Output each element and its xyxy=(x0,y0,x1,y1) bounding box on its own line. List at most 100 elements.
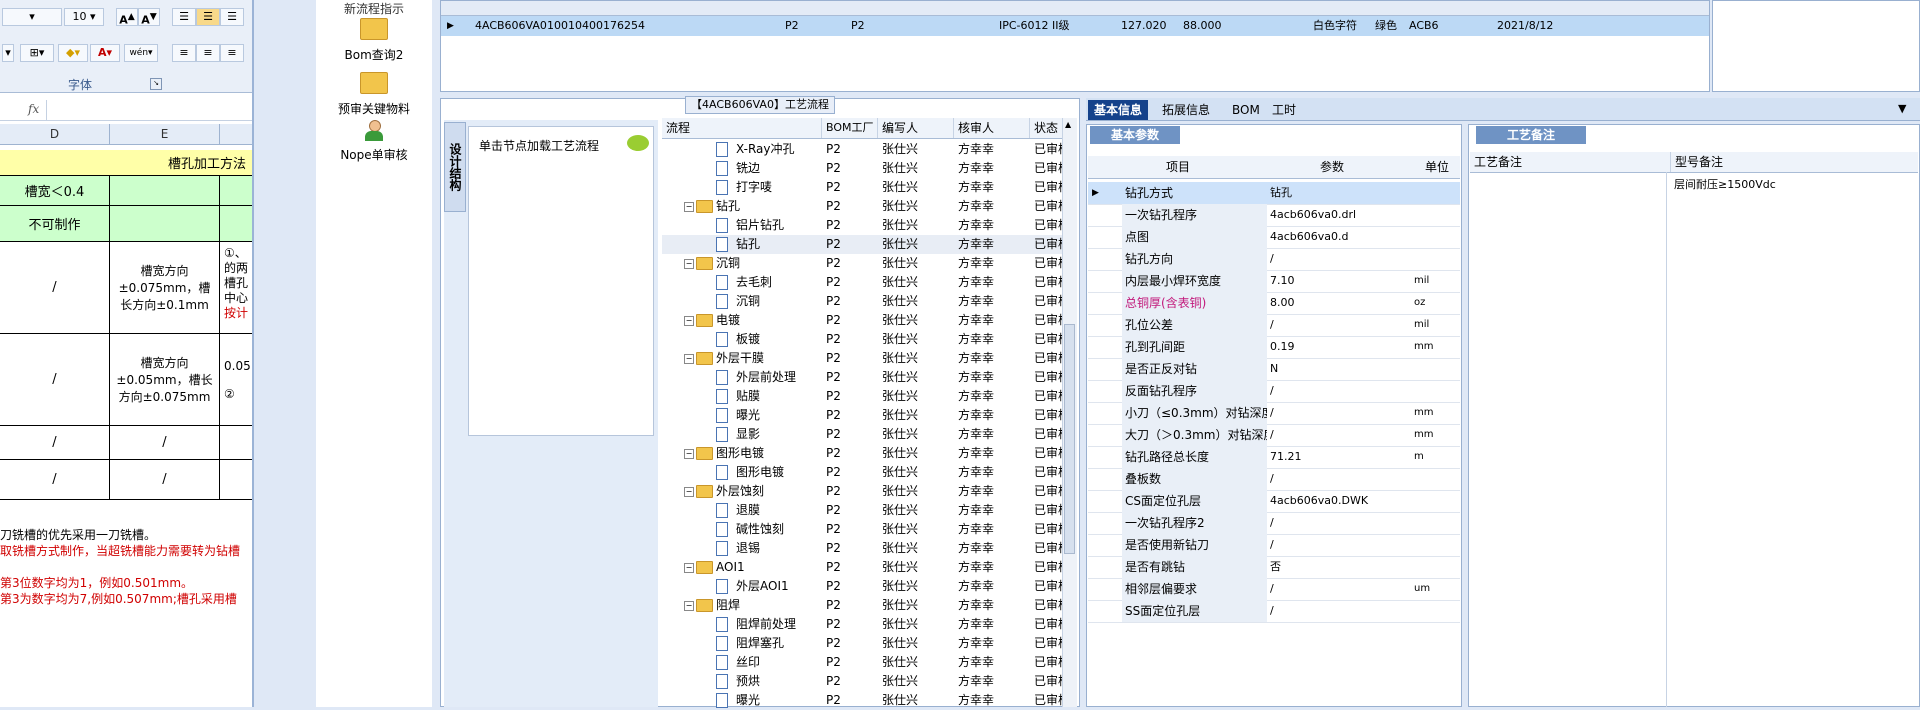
param-value[interactable]: / xyxy=(1270,600,1410,622)
sheet-cell[interactable]: / xyxy=(110,426,220,460)
process-row[interactable]: − 外层蚀刻 P2 张仕兴 方幸幸 已审核 xyxy=(662,482,1062,501)
nav-item-flow-guide[interactable]: 新流程指示 xyxy=(316,0,432,17)
dialog-launcher-icon[interactable]: ↘ xyxy=(150,78,162,90)
process-row[interactable]: 退锡 P2 张仕兴 方幸幸 已审核 xyxy=(662,539,1062,558)
process-row[interactable]: 曝光 P2 张仕兴 方幸幸 已审核 xyxy=(662,406,1062,425)
collapse-icon[interactable]: − xyxy=(684,259,694,269)
collapse-icon[interactable]: − xyxy=(684,354,694,364)
process-row[interactable]: − 阻焊 P2 张仕兴 方幸幸 已审核 xyxy=(662,596,1062,615)
underline-button[interactable]: ▾ xyxy=(2,44,14,62)
sheet-cell[interactable] xyxy=(110,176,220,206)
model-note-text[interactable]: 层间耐压≥1500Vdc xyxy=(1674,176,1776,192)
param-value[interactable]: / xyxy=(1270,424,1410,446)
param-row[interactable]: 是否有跳钻否 xyxy=(1088,556,1460,579)
sheet-cell[interactable] xyxy=(220,426,252,460)
param-value[interactable]: / xyxy=(1270,314,1410,336)
param-row[interactable]: 点图 4acb606va0.d xyxy=(1088,226,1460,249)
collapse-icon[interactable]: − xyxy=(684,487,694,497)
scroll-thumb[interactable] xyxy=(1064,324,1075,554)
param-value[interactable]: 钻孔 xyxy=(1270,182,1410,204)
font-size-select[interactable]: 10 ▾ xyxy=(64,8,104,26)
process-row[interactable]: 打字唛 P2 张仕兴 方幸幸 已审核 xyxy=(662,178,1062,197)
scroll-up-icon[interactable]: ▲ xyxy=(1065,120,1074,129)
param-row[interactable]: 是否正反对钻 N xyxy=(1088,358,1460,381)
process-row[interactable]: 板镀 P2 张仕兴 方幸幸 已审核 xyxy=(662,330,1062,349)
param-row[interactable]: 一次钻孔程序2/ xyxy=(1088,512,1460,535)
sheet-cell[interactable]: 槽宽方向±0.05mm，槽长方向±0.075mm xyxy=(110,334,220,426)
nav-item-bom-query[interactable]: Bom查询2 xyxy=(316,18,432,63)
fx-icon[interactable]: fx xyxy=(28,102,39,116)
process-row[interactable]: 曝光 P2 张仕兴 方幸幸 已审核 xyxy=(662,691,1062,710)
param-row[interactable]: ▶ 钻孔方式 钻孔 xyxy=(1088,182,1460,205)
col-writer[interactable]: 编写人 xyxy=(878,118,954,138)
col-item[interactable]: 项目 xyxy=(1122,156,1234,178)
align-center-button[interactable]: ≡ xyxy=(196,44,220,62)
sheet-note[interactable]: 第3位数字均为1，例如0.501mm。 xyxy=(0,574,193,591)
process-tab[interactable]: 【4ACB606VA0】工艺流程 xyxy=(685,96,835,114)
structure-box[interactable]: 单击节点加载工艺流程 xyxy=(468,126,654,436)
param-row[interactable]: SS面定位孔层 / xyxy=(1088,600,1460,623)
param-row[interactable]: 内层最小焊环宽度 7.10 mil xyxy=(1088,270,1460,293)
process-row[interactable]: 铝片钻孔 P2 张仕兴 方幸幸 已审核 xyxy=(662,216,1062,235)
sheet-cell[interactable]: 不可制作 xyxy=(0,206,110,242)
param-value[interactable]: 0.19 xyxy=(1270,336,1410,358)
sheet-cell[interactable]: / xyxy=(0,460,110,500)
sheet-cell[interactable]: ①、 的两 槽孔 中心 按计 xyxy=(220,242,252,334)
param-value[interactable]: N xyxy=(1270,358,1410,380)
align-right-button[interactable]: ≡ xyxy=(220,44,244,62)
process-note-textarea[interactable] xyxy=(1470,172,1667,707)
tree-scrollbar[interactable]: ▲ xyxy=(1062,118,1077,707)
structure-tab[interactable]: 设计结构 xyxy=(444,122,466,212)
phonetic-icon[interactable]: wén▾ xyxy=(124,44,158,62)
col-param[interactable]: 参数 xyxy=(1268,156,1396,178)
tab-bom[interactable]: BOM xyxy=(1226,100,1266,120)
nav-item-nope-review[interactable]: Nope单审核 xyxy=(316,120,432,163)
param-value[interactable]: 4acb606va0.d xyxy=(1270,226,1410,248)
tab-basic-info[interactable]: 基本信息 xyxy=(1088,100,1149,120)
column-header-e[interactable]: E xyxy=(110,124,220,144)
sheet-cell[interactable]: 槽宽方向±0.075mm，槽长方向±0.1mm xyxy=(110,242,220,334)
align-middle-button[interactable]: ☰ xyxy=(196,8,220,26)
process-row[interactable]: 沉铜 P2 张仕兴 方幸幸 已审核 xyxy=(662,292,1062,311)
sheet-cell[interactable]: / xyxy=(0,242,110,334)
collapse-icon[interactable]: − xyxy=(684,449,694,459)
param-row[interactable]: 反面钻孔程序 / xyxy=(1088,380,1460,403)
process-row[interactable]: − 图形电镀 P2 张仕兴 方幸幸 已审核 xyxy=(662,444,1062,463)
sheet-cell[interactable] xyxy=(110,206,220,242)
param-value[interactable]: / xyxy=(1270,578,1410,600)
process-row[interactable]: 阻焊前处理 P2 张仕兴 方幸幸 已审核 xyxy=(662,615,1062,634)
process-row[interactable]: 丝印 P2 张仕兴 方幸幸 已审核 xyxy=(662,653,1062,672)
sheet-cell[interactable]: / xyxy=(110,460,220,500)
font-name-select[interactable]: ▾ xyxy=(2,8,62,26)
splitter[interactable] xyxy=(432,0,440,707)
tab-work-hours[interactable]: 工时 xyxy=(1266,100,1302,120)
font-color-icon[interactable]: A▾ xyxy=(90,44,120,62)
param-row[interactable]: 钻孔方向 / xyxy=(1088,248,1460,271)
border-icon[interactable]: ⊞▾ xyxy=(20,44,54,62)
param-row[interactable]: 孔位公差 / mil xyxy=(1088,314,1460,337)
param-row[interactable]: 钻孔路径总长度 71.21 m xyxy=(1088,446,1460,469)
sheet-cell[interactable]: 0.05 ② xyxy=(220,334,252,426)
col-flow[interactable]: 流程 xyxy=(662,118,822,138)
process-row[interactable]: 退膜 P2 张仕兴 方幸幸 已审核 xyxy=(662,501,1062,520)
param-value[interactable]: 否 xyxy=(1270,556,1410,578)
param-value[interactable]: / xyxy=(1270,380,1410,402)
param-value[interactable]: / xyxy=(1270,534,1410,556)
col-model-note[interactable]: 型号备注 xyxy=(1670,152,1723,172)
col-process-note[interactable]: 工艺备注 xyxy=(1474,152,1522,172)
col-reviewer[interactable]: 核审人 xyxy=(954,118,1030,138)
collapse-icon[interactable]: − xyxy=(684,601,694,611)
align-bottom-button[interactable]: ☰ xyxy=(220,8,244,26)
process-row[interactable]: 去毛刺 P2 张仕兴 方幸幸 已审核 xyxy=(662,273,1062,292)
param-row[interactable]: 叠板数 / xyxy=(1088,468,1460,491)
process-row[interactable]: 铣边 P2 张仕兴 方幸幸 已审核 xyxy=(662,159,1062,178)
sheet-note[interactable]: 取铣槽方式制作，当超铣槽能力需要转为钻槽 xyxy=(0,542,240,559)
col-unit[interactable]: 单位 xyxy=(1414,156,1460,178)
process-row[interactable]: − 外层干膜 P2 张仕兴 方幸幸 已审核 xyxy=(662,349,1062,368)
param-row[interactable]: 一次钻孔程序 4acb606va0.drl xyxy=(1088,204,1460,227)
collapse-icon[interactable]: − xyxy=(684,316,694,326)
param-value[interactable]: 4acb606va0.DWK xyxy=(1270,490,1410,512)
sheet-title-cell[interactable]: 槽孔加工方法 xyxy=(0,150,252,176)
process-row[interactable]: − 沉铜 P2 张仕兴 方幸幸 已审核 xyxy=(662,254,1062,273)
process-row[interactable]: − 电镀 P2 张仕兴 方幸幸 已审核 xyxy=(662,311,1062,330)
